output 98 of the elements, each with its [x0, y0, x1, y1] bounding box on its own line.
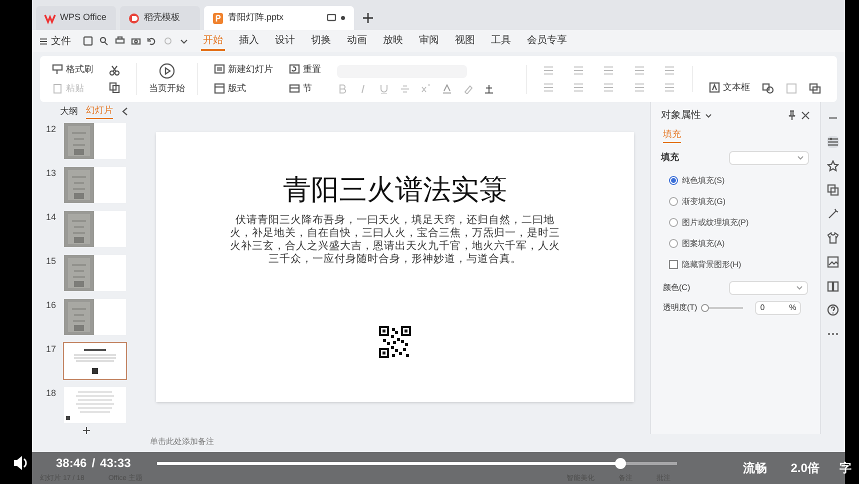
- section-heading: 填充: [661, 150, 680, 164]
- ribbon-tab[interactable]: 工具: [489, 31, 513, 51]
- add-tab-icon[interactable]: [362, 12, 374, 24]
- file-menu-button[interactable]: 文件: [40, 34, 71, 48]
- wps-logo-icon: [44, 12, 56, 24]
- slide-thumbnail[interactable]: [64, 122, 126, 159]
- play-circle-icon: [159, 62, 175, 79]
- caret-icon[interactable]: [705, 112, 712, 118]
- slide-number: 16: [46, 298, 58, 312]
- copy-icon[interactable]: [109, 82, 120, 93]
- screen-icon: [327, 14, 336, 22]
- section-icon: [289, 83, 300, 94]
- format-painter-button[interactable]: 格式刷: [52, 62, 93, 76]
- duration-time: 43:33: [100, 456, 131, 470]
- slide-title: 青阳三火谱法实箓: [283, 176, 507, 204]
- section-button[interactable]: 节: [289, 82, 321, 96]
- slide-thumbnail[interactable]: [64, 166, 126, 203]
- time-separator: /: [92, 456, 96, 470]
- new-slide-button[interactable]: 新建幻灯片: [214, 62, 273, 76]
- slider-thumb[interactable]: [701, 304, 710, 312]
- panel-tab[interactable]: 大纲: [60, 104, 78, 118]
- slides-file-icon: [212, 12, 224, 24]
- radio-option[interactable]: 渐变填充(G): [669, 196, 820, 208]
- radio-option[interactable]: 图案填充(A): [669, 238, 820, 250]
- text-box-button[interactable]: 文本框: [709, 80, 750, 94]
- pin-icon[interactable]: [787, 110, 797, 120]
- copy-icon[interactable]: [827, 184, 839, 196]
- document-tab[interactable]: 青阳灯阵.pptx: [204, 6, 354, 30]
- dot-icon[interactable]: [340, 15, 346, 21]
- radio-option[interactable]: 纯色填充(S): [669, 174, 820, 186]
- ribbon-tab[interactable]: 设计: [273, 31, 297, 51]
- font-color-icon[interactable]: [442, 84, 452, 94]
- arrange-icon[interactable]: [809, 83, 821, 94]
- slide-thumbnail[interactable]: [64, 386, 126, 423]
- undo-icon[interactable]: [147, 36, 157, 46]
- slide-number: 18: [46, 386, 58, 400]
- ribbon-tab[interactable]: 审阅: [417, 31, 441, 51]
- clipboard-icon: [52, 83, 63, 94]
- caret-icon: [797, 154, 804, 161]
- slide-number: 14: [46, 210, 58, 224]
- ribbon-tab[interactable]: 会员专享: [525, 31, 569, 51]
- qr-code-icon: [379, 326, 411, 358]
- ribbon-tab[interactable]: 切换: [309, 31, 333, 51]
- subtitle-button[interactable]: 字: [839, 459, 852, 477]
- brush-icon: [52, 64, 63, 75]
- caret-icon: [796, 284, 803, 291]
- magic-wand-icon[interactable]: [827, 208, 839, 220]
- close-icon[interactable]: [801, 110, 810, 120]
- elapsed-time: 38:46: [56, 456, 87, 470]
- slide-thumbnail[interactable]: [64, 210, 126, 247]
- radio-option[interactable]: 图片或纹理填充(P): [669, 216, 820, 228]
- speed-button[interactable]: 2.0倍: [790, 459, 820, 477]
- reset-icon: [289, 64, 300, 75]
- slide-number: 13: [46, 166, 58, 180]
- layout-icon: [214, 83, 225, 94]
- save-icon[interactable]: [83, 36, 93, 46]
- volume-icon[interactable]: [12, 455, 30, 471]
- document-tab[interactable]: WPS Office: [36, 6, 116, 30]
- print-preview-icon[interactable]: [131, 36, 141, 46]
- layout-button[interactable]: 版式: [214, 82, 273, 96]
- print-icon[interactable]: [115, 36, 125, 46]
- quality-button[interactable]: 流畅: [742, 459, 767, 477]
- ribbon-tab[interactable]: 放映: [381, 31, 405, 51]
- slide-thumbnail[interactable]: [64, 254, 126, 291]
- field-label: 透明度(T): [663, 302, 698, 314]
- color-dropdown[interactable]: [728, 280, 808, 294]
- slide-body: 伏请青阳三火降布吾身，一曰天火，填足天窍，还归自然，二曰地火，补足地关，自在自快，三曰人火，宝合三焦，万炁归一，是时三火补三玄，合人之兴盛大吉，恩请出天火九千官，地火六千军，人火三千众，一应付身随时合身，形神妙道，与道合真。: [229, 214, 561, 266]
- slide-number: 15: [46, 254, 58, 268]
- slide-number: 17: [46, 342, 58, 356]
- collapse-icon[interactable]: [121, 106, 129, 116]
- shapes-icon[interactable]: [762, 83, 774, 94]
- slide-thumbnail[interactable]: [64, 298, 126, 335]
- scissors-icon[interactable]: [109, 65, 120, 76]
- document-tab[interactable]: 稻壳模板: [120, 6, 200, 30]
- shirt-icon[interactable]: [827, 232, 839, 244]
- field-label: 颜色(C): [663, 282, 692, 294]
- reset-button[interactable]: 重置: [289, 62, 321, 76]
- text-box-icon: [709, 82, 720, 93]
- ribbon-tab[interactable]: 插入: [237, 31, 261, 51]
- slide-thumbnail[interactable]: [64, 342, 126, 379]
- checkbox-option[interactable]: 隐藏背景图形(H): [669, 258, 820, 270]
- slide-number: 12: [46, 122, 58, 136]
- book-icon[interactable]: [827, 280, 839, 292]
- transparency-field[interactable]: 0 %: [755, 300, 802, 314]
- char-spacing-icon[interactable]: [484, 84, 494, 94]
- ribbon-tab[interactable]: 视图: [453, 31, 477, 51]
- image-icon[interactable]: [827, 256, 839, 268]
- docer-logo-icon: [128, 12, 140, 24]
- help-icon[interactable]: [827, 304, 839, 316]
- star-icon[interactable]: [827, 160, 839, 172]
- add-slide-icon[interactable]: [82, 426, 91, 434]
- sliders-icon[interactable]: [827, 136, 839, 148]
- ribbon-tab[interactable]: 动画: [345, 31, 369, 51]
- new-slide-icon: [214, 64, 225, 75]
- menu-icon: [40, 38, 47, 44]
- notes-field[interactable]: 单击此处添加备注: [150, 436, 214, 448]
- play-from-current-button[interactable]: 当页开始: [136, 62, 198, 96]
- panel-title: 对象属性: [661, 108, 701, 122]
